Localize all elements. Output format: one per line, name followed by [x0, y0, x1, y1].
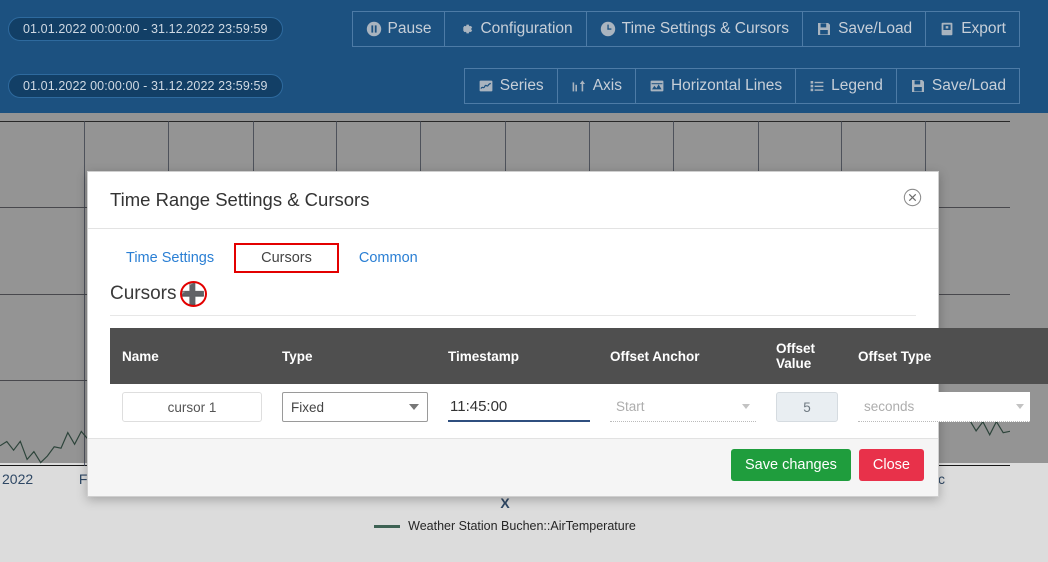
tab-time-settings[interactable]: Time Settings — [110, 243, 230, 273]
save-load-button-primary-label: Save/Load — [838, 20, 912, 38]
time-range-badge-primary[interactable]: 01.01.2022 00:00:00 - 31.12.2022 23:59:5… — [8, 17, 283, 41]
cell-name — [110, 384, 272, 430]
axis-button-label: Axis — [593, 77, 622, 95]
offset-value-input[interactable] — [776, 392, 838, 422]
series-button-label: Series — [500, 77, 544, 95]
export-icon — [939, 21, 955, 37]
series-icon — [478, 78, 494, 94]
chevron-down-icon — [742, 404, 750, 409]
cursor-type-select-value: Fixed — [291, 400, 324, 415]
table-header-row: Name Type Timestamp Offset Anchor Offset… — [110, 328, 1048, 384]
secondary-toolbar: 01.01.2022 00:00:00 - 31.12.2022 23:59:5… — [0, 58, 1048, 113]
offset-anchor-select[interactable]: Start — [610, 392, 756, 422]
dialog-title: Time Range Settings & Cursors — [110, 189, 918, 211]
offset-type-select-value: seconds — [864, 399, 914, 414]
cell-offset-value — [766, 384, 848, 430]
legend-icon — [809, 78, 825, 94]
cursors-section-header: Cursors ➕ — [110, 273, 916, 316]
time-range-settings-dialog: Time Range Settings & Cursors Time Setti… — [87, 171, 939, 497]
highlight-ring — [180, 281, 207, 307]
column-header-offset-type: Offset Type — [848, 328, 1040, 384]
legend-button[interactable]: Legend — [796, 69, 897, 103]
axis-icon — [571, 78, 587, 94]
horizontal-lines-button[interactable]: Horizontal Lines — [636, 69, 796, 103]
gear-icon — [458, 21, 474, 37]
save-load-button-secondary[interactable]: Save/Load — [897, 69, 1019, 103]
pause-button-label: Pause — [388, 20, 432, 38]
table-row: Fixed Start — [110, 384, 1048, 430]
chevron-down-icon — [1016, 404, 1024, 409]
save-load-button-secondary-label: Save/Load — [932, 77, 1006, 95]
close-circle-icon[interactable] — [903, 188, 922, 207]
save-load-button-primary[interactable]: Save/Load — [803, 12, 926, 46]
chart-legend: Weather Station Buchen::AirTemperature — [0, 519, 1010, 533]
time-settings-cursors-button[interactable]: Time Settings & Cursors — [587, 12, 803, 46]
close-button[interactable]: Close — [859, 449, 924, 481]
cursor-name-input[interactable] — [122, 392, 262, 422]
offset-anchor-select-value: Start — [616, 399, 645, 414]
tab-cursors[interactable]: Cursors — [234, 243, 339, 273]
tab-common[interactable]: Common — [343, 243, 434, 273]
primary-toolbar-buttons: Pause Configuration Time Settings & Curs… — [352, 11, 1020, 47]
cell-delete: ✕ — [1040, 384, 1048, 430]
time-range-badge-secondary[interactable]: 01.01.2022 00:00:00 - 31.12.2022 23:59:5… — [8, 74, 283, 98]
horizontal-lines-icon — [649, 78, 665, 94]
chevron-down-icon — [409, 404, 419, 410]
x-axis-title: X — [0, 495, 1010, 511]
column-header-timestamp: Timestamp — [438, 328, 600, 384]
legend-swatch — [374, 525, 400, 528]
export-button[interactable]: Export — [926, 12, 1019, 46]
cell-offset-anchor: Start — [600, 384, 766, 430]
horizontal-lines-button-label: Horizontal Lines — [671, 77, 782, 95]
pause-button[interactable]: Pause — [353, 12, 446, 46]
series-button[interactable]: Series — [465, 69, 558, 103]
column-header-offset-value: Offset Value — [766, 328, 848, 384]
cursors-table: Name Type Timestamp Offset Anchor Offset… — [110, 328, 1048, 430]
cell-timestamp — [438, 384, 600, 430]
column-header-name: Name — [110, 328, 272, 384]
column-header-type: Type — [272, 328, 438, 384]
configuration-button-label: Configuration — [480, 20, 572, 38]
x-tick-label: 2022 — [2, 471, 33, 487]
floppy-disk-icon — [816, 21, 832, 37]
time-settings-cursors-button-label: Time Settings & Cursors — [622, 20, 789, 38]
dialog-body: Time Settings Cursors Common Cursors ➕ N… — [88, 229, 938, 430]
cursor-timestamp-input[interactable] — [448, 392, 590, 422]
pause-icon — [366, 21, 382, 37]
legend-button-label: Legend — [831, 77, 883, 95]
legend-label: Weather Station Buchen::AirTemperature — [408, 519, 636, 533]
floppy-disk-icon — [910, 78, 926, 94]
clock-icon — [600, 21, 616, 37]
dialog-header: Time Range Settings & Cursors — [88, 172, 938, 229]
column-header-actions — [1040, 328, 1048, 384]
primary-toolbar: 01.01.2022 00:00:00 - 31.12.2022 23:59:5… — [0, 0, 1048, 58]
column-header-offset-anchor: Offset Anchor — [600, 328, 766, 384]
configuration-button[interactable]: Configuration — [445, 12, 586, 46]
add-cursor-button[interactable]: ➕ — [178, 281, 208, 307]
secondary-toolbar-buttons: Series Axis Horizontal Lines Legend — [464, 68, 1020, 104]
save-changes-button[interactable]: Save changes — [731, 449, 851, 481]
app-root: 2022FebMarAprMayJunJulAugSepOctNovDec X … — [0, 0, 1048, 562]
dialog-footer: Save changes Close — [88, 438, 938, 496]
cell-type: Fixed — [272, 384, 438, 430]
cursor-type-select[interactable]: Fixed — [282, 392, 428, 422]
axis-button[interactable]: Axis — [558, 69, 636, 103]
export-button-label: Export — [961, 20, 1006, 38]
cursors-table-header: Name Type Timestamp Offset Anchor Offset… — [110, 328, 1048, 384]
dialog-tabs: Time Settings Cursors Common — [110, 243, 916, 273]
offset-type-select[interactable]: seconds — [858, 392, 1030, 422]
cell-offset-type: seconds — [848, 384, 1040, 430]
cursors-table-body: Fixed Start — [110, 384, 1048, 430]
cursors-section-title: Cursors — [110, 283, 177, 305]
